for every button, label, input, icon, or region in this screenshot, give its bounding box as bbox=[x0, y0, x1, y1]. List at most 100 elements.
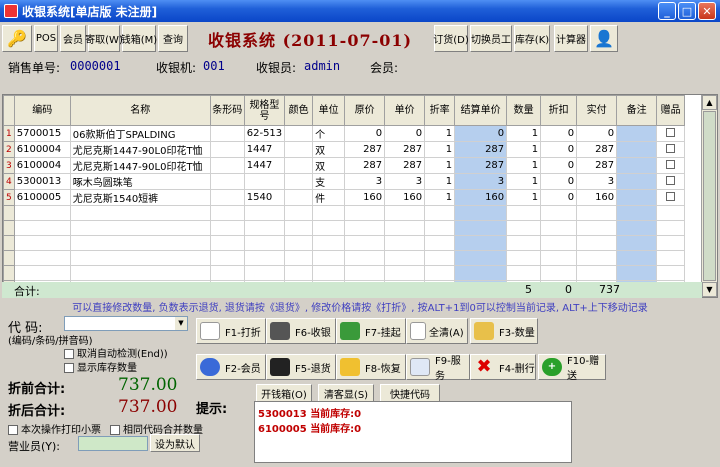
cell-gift[interactable] bbox=[656, 235, 686, 251]
pos-button[interactable]: POS bbox=[34, 25, 58, 52]
cell-price[interactable]: 287 bbox=[384, 157, 426, 174]
table-row[interactable] bbox=[3, 265, 686, 281]
column-header[interactable]: 颜色 bbox=[284, 95, 314, 126]
row-indicator[interactable] bbox=[3, 220, 15, 236]
cell-barcode[interactable] bbox=[210, 205, 245, 221]
clear-all-button[interactable]: 全清(A) bbox=[406, 318, 468, 344]
cell-name[interactable]: 尤尼克斯1540短裤 bbox=[70, 189, 211, 206]
table-row[interactable] bbox=[3, 205, 686, 221]
cancel-auto-checkbox[interactable]: 取消自动检测(End)) bbox=[64, 345, 168, 360]
row-indicator[interactable]: 1 bbox=[3, 125, 15, 142]
cell-code[interactable] bbox=[14, 250, 71, 266]
table-row[interactable] bbox=[3, 235, 686, 251]
cell-rate[interactable] bbox=[424, 220, 456, 236]
cell-spec[interactable] bbox=[244, 265, 286, 281]
cell-spec[interactable]: 1447 bbox=[244, 157, 286, 174]
cell-remark[interactable] bbox=[616, 141, 658, 158]
cell-disc[interactable] bbox=[540, 265, 578, 281]
column-header[interactable]: 折率 bbox=[424, 95, 456, 126]
cell-barcode[interactable] bbox=[210, 189, 245, 206]
cell-code[interactable] bbox=[14, 235, 71, 251]
cell-settle[interactable] bbox=[454, 205, 508, 221]
cell-code[interactable]: 5300013 bbox=[14, 173, 71, 190]
table-row[interactable]: 2 6100004 尤尼克斯1447-90L0印花T恤 1447 双 287 287 1 287… bbox=[3, 141, 686, 158]
column-header[interactable]: 编码 bbox=[13, 95, 71, 126]
f7-hold-button[interactable]: F7-挂起 bbox=[336, 318, 406, 344]
cell-spec[interactable] bbox=[244, 235, 286, 251]
cell-orig[interactable] bbox=[344, 220, 386, 236]
cell-remark[interactable] bbox=[616, 220, 658, 236]
query-button[interactable]: 查询 bbox=[158, 25, 188, 52]
cell-disc[interactable]: 0 bbox=[540, 157, 578, 174]
cell-unit[interactable] bbox=[312, 220, 346, 236]
scroll-down-icon[interactable]: ▼ bbox=[702, 282, 717, 297]
cell-code[interactable]: 5700015 bbox=[14, 125, 71, 142]
cell-color[interactable] bbox=[284, 265, 314, 281]
cell-paid[interactable] bbox=[576, 235, 618, 251]
cell-spec[interactable] bbox=[244, 250, 286, 266]
cell-paid[interactable] bbox=[576, 265, 618, 281]
cell-barcode[interactable] bbox=[210, 220, 245, 236]
cell-rate[interactable] bbox=[424, 235, 456, 251]
cell-gift[interactable] bbox=[656, 189, 686, 206]
cell-gift[interactable] bbox=[656, 157, 686, 174]
cell-barcode[interactable] bbox=[210, 125, 245, 142]
cell-settle[interactable]: 287 bbox=[454, 157, 508, 174]
column-header[interactable]: 单位 bbox=[312, 95, 346, 126]
cell-price[interactable]: 3 bbox=[384, 173, 426, 190]
open-cashbox-button[interactable]: 开钱箱(O) bbox=[256, 384, 312, 402]
sales-grid[interactable]: 编码 名称 条形码 规格型号 颜色 单位 原价 单价 折率 结算单价 数量 折扣 实付 备注 赠品 1 570… bbox=[2, 94, 718, 298]
cell-gift[interactable] bbox=[656, 141, 686, 158]
cell-gift[interactable] bbox=[656, 220, 686, 236]
cell-disc[interactable]: 0 bbox=[540, 189, 578, 206]
cell-rate[interactable] bbox=[424, 265, 456, 281]
row-indicator[interactable]: 4 bbox=[3, 173, 15, 190]
cell-rate[interactable]: 1 bbox=[424, 125, 456, 142]
cell-settle[interactable]: 160 bbox=[454, 189, 508, 206]
row-indicator[interactable] bbox=[3, 205, 15, 221]
cell-price[interactable] bbox=[384, 235, 426, 251]
column-header[interactable]: 结算单价 bbox=[454, 95, 508, 126]
cell-settle[interactable]: 3 bbox=[454, 173, 508, 190]
cell-settle[interactable] bbox=[454, 250, 508, 266]
cashbox-button[interactable]: 钱箱(M) bbox=[121, 25, 157, 52]
cell-rate[interactable] bbox=[424, 205, 456, 221]
cell-barcode[interactable] bbox=[210, 265, 245, 281]
stock-button[interactable]: 库存(K) bbox=[514, 25, 550, 52]
member-button[interactable]: 会员 bbox=[60, 25, 86, 52]
cell-qty[interactable]: 1 bbox=[506, 141, 542, 158]
cell-color[interactable] bbox=[284, 173, 314, 190]
code-input[interactable]: ▼ bbox=[64, 316, 188, 331]
cell-paid[interactable]: 3 bbox=[576, 173, 618, 190]
cell-settle[interactable] bbox=[454, 265, 508, 281]
quick-code-button[interactable]: 快捷代码 bbox=[380, 384, 440, 402]
cell-name[interactable] bbox=[70, 205, 211, 221]
cell-qty[interactable] bbox=[506, 220, 542, 236]
cell-unit[interactable] bbox=[312, 205, 346, 221]
fetch-button[interactable]: 寄取(W) bbox=[85, 25, 123, 52]
cell-code[interactable] bbox=[14, 220, 71, 236]
cell-paid[interactable] bbox=[576, 205, 618, 221]
cell-gift[interactable] bbox=[656, 250, 686, 266]
cell-orig[interactable] bbox=[344, 250, 386, 266]
cell-orig[interactable] bbox=[344, 205, 386, 221]
cell-name[interactable]: 啄木鸟圆珠笔 bbox=[70, 173, 211, 190]
cell-qty[interactable]: 1 bbox=[506, 125, 542, 142]
cell-settle[interactable] bbox=[454, 235, 508, 251]
cell-settle[interactable] bbox=[454, 220, 508, 236]
set-default-button[interactable]: 设为默认 bbox=[150, 434, 200, 452]
cell-code[interactable]: 6100004 bbox=[14, 157, 71, 174]
column-header[interactable]: 赠品 bbox=[656, 95, 686, 126]
show-stock-checkbox[interactable]: 显示库存数量 bbox=[64, 359, 137, 374]
cell-barcode[interactable] bbox=[210, 250, 245, 266]
table-row[interactable] bbox=[3, 220, 686, 236]
cell-unit[interactable] bbox=[312, 250, 346, 266]
cell-paid[interactable]: 0 bbox=[576, 125, 618, 142]
cell-rate[interactable] bbox=[424, 250, 456, 266]
column-header[interactable]: 规格型号 bbox=[243, 95, 286, 126]
cell-remark[interactable] bbox=[616, 235, 658, 251]
f5-return-button[interactable]: F5-退货 bbox=[266, 354, 336, 380]
cell-remark[interactable] bbox=[616, 125, 658, 142]
cell-code[interactable]: 6100004 bbox=[14, 141, 71, 158]
cell-code[interactable] bbox=[14, 205, 71, 221]
